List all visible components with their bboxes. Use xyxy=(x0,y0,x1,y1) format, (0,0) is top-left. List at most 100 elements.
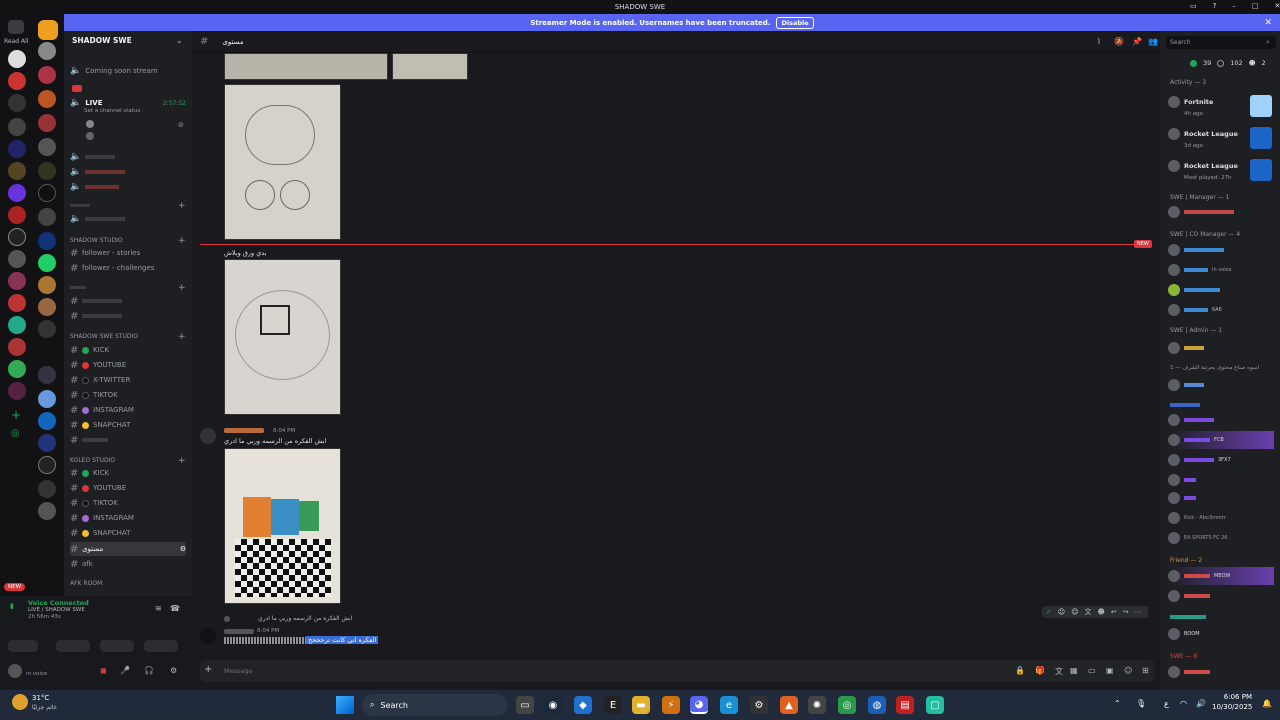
server-icon[interactable] xyxy=(8,294,26,312)
inbox-icon[interactable]: ▭ xyxy=(1190,2,1197,10)
server-icon[interactable] xyxy=(8,162,26,180)
chrome-icon[interactable]: ◎ xyxy=(838,696,856,714)
text-channel[interactable]: # xyxy=(70,433,186,447)
username[interactable] xyxy=(224,428,264,433)
emoji-icon[interactable]: ☺ xyxy=(1124,666,1132,675)
text-channel-snapchat[interactable]: # SNAPCHAT xyxy=(70,526,186,540)
threads-icon[interactable]: ⌇ xyxy=(1097,37,1101,46)
server-icon[interactable] xyxy=(38,66,56,84)
emoji-icon[interactable]: ☺ xyxy=(1058,608,1065,616)
category-header[interactable]: Shadow studio + xyxy=(70,236,186,246)
weather-icon[interactable] xyxy=(12,694,28,710)
epic-games-icon[interactable]: E xyxy=(604,696,622,714)
server-icon[interactable] xyxy=(38,456,56,474)
file-explorer-icon[interactable]: ▬ xyxy=(632,696,650,714)
text-channel-instagram[interactable]: # INSTAGRAM xyxy=(70,511,186,525)
settings-icon[interactable]: ⚙ xyxy=(750,696,768,714)
discover-icon[interactable]: ◎ xyxy=(11,428,20,439)
voice-channel[interactable]: 🔈 xyxy=(70,212,186,226)
noise-suppression-icon[interactable]: ≋ xyxy=(155,604,162,613)
member-item[interactable]: FCB xyxy=(1168,431,1274,449)
server-icon[interactable] xyxy=(8,94,26,112)
image-attachment[interactable] xyxy=(224,448,341,604)
server-icon-folder[interactable] xyxy=(38,20,58,40)
server-icon[interactable] xyxy=(38,138,56,156)
apps-icon[interactable]: ▦ xyxy=(1070,666,1078,675)
category-header[interactable]: + xyxy=(70,201,186,211)
weather-temp[interactable]: 31°C xyxy=(32,694,49,702)
member-item[interactable] xyxy=(1168,376,1274,394)
attach-icon[interactable]: + xyxy=(204,664,212,675)
app-icon[interactable]: ✺ xyxy=(808,696,826,714)
headphones-icon[interactable]: 🎧 xyxy=(144,666,154,675)
avatar[interactable] xyxy=(200,628,216,644)
server-icon[interactable] xyxy=(38,366,56,384)
server-icon[interactable] xyxy=(8,250,26,268)
more-icon[interactable]: ⋯ xyxy=(1135,608,1142,616)
server-icon[interactable] xyxy=(38,90,56,108)
text-channel[interactable]: # follower - stories xyxy=(70,246,186,260)
server-icon[interactable] xyxy=(38,412,56,430)
wifi-icon[interactable]: ◠ xyxy=(1180,699,1187,708)
text-channel-snapchat[interactable]: # SNAPCHAT xyxy=(70,418,186,432)
app-icon[interactable]: ▤ xyxy=(896,696,914,714)
member-item[interactable] xyxy=(1168,663,1274,681)
steam-icon[interactable]: ◉ xyxy=(544,696,562,714)
maximize-button[interactable]: □ xyxy=(1252,2,1259,10)
add-channel-icon[interactable]: + xyxy=(178,456,186,466)
language-indicator[interactable]: ع xyxy=(1164,699,1169,708)
avatar[interactable] xyxy=(86,132,94,140)
member-item[interactable]: BOOM xyxy=(1168,625,1274,643)
server-icon[interactable] xyxy=(8,272,26,290)
start-button[interactable] xyxy=(336,696,354,714)
username[interactable] xyxy=(224,629,254,634)
server-icon[interactable] xyxy=(38,254,56,272)
server-icon[interactable] xyxy=(8,118,26,136)
server-icon[interactable] xyxy=(8,382,26,400)
server-icon[interactable] xyxy=(38,184,56,202)
voice-channel[interactable]: 🔈 Coming soon stream xyxy=(70,64,186,78)
text-channel-kick[interactable]: # KICK xyxy=(70,343,186,357)
member-item[interactable]: EA SPORTS FC 26 xyxy=(1168,529,1274,547)
channel-status[interactable]: Set a channel status xyxy=(84,108,140,114)
reply-icon[interactable]: ↩ xyxy=(1111,608,1117,616)
server-icon[interactable] xyxy=(8,360,26,378)
server-icon[interactable] xyxy=(38,298,56,316)
category-header[interactable]: KOLEO STUDIO + xyxy=(70,456,186,466)
message-composer[interactable]: + Message 🔒 🎁 文 ▦ ▭ ▣ ☺ ⊞ xyxy=(200,660,1155,682)
image-attachment[interactable] xyxy=(224,84,341,240)
minimize-button[interactable]: – xyxy=(1232,2,1236,10)
gift-icon[interactable]: 🎁 xyxy=(1035,666,1045,675)
server-icon[interactable] xyxy=(38,320,56,338)
home-icon[interactable] xyxy=(8,20,24,34)
text-channel-kick[interactable]: # KICK xyxy=(70,466,186,480)
gear-icon[interactable]: ⚙ xyxy=(180,545,186,553)
read-all-button[interactable]: Read All xyxy=(4,38,28,45)
camera-button[interactable] xyxy=(8,640,38,652)
translate-icon[interactable]: 文 xyxy=(1085,607,1092,617)
app-icon[interactable]: ▲ xyxy=(780,696,798,714)
edge-icon[interactable]: e xyxy=(720,696,738,714)
reply-preview[interactable]: ابش الفكره من الرسمه وربي ما ادري xyxy=(258,615,352,622)
text-channel-selected[interactable]: # مستوى ⚙ xyxy=(70,542,186,556)
disconnect-icon[interactable]: ☎ xyxy=(170,604,180,613)
text-channel[interactable]: # xyxy=(70,309,186,323)
game-icon[interactable]: ◼ xyxy=(100,666,107,675)
chevron-down-icon[interactable]: ⌄ xyxy=(176,36,183,45)
text-channel[interactable]: # xyxy=(70,294,186,308)
member-item[interactable] xyxy=(1168,471,1274,489)
app-icon[interactable]: ◍ xyxy=(868,696,886,714)
close-button[interactable]: ✕ xyxy=(1274,2,1280,10)
gear-icon[interactable]: ⚙ xyxy=(170,666,177,675)
text-channel-youtube[interactable]: # YOUTUBE xyxy=(70,358,186,372)
discord-icon[interactable]: ◕ xyxy=(690,696,708,714)
reaction-icon[interactable]: ✓ xyxy=(1046,608,1052,616)
close-icon[interactable]: ✕ xyxy=(1264,18,1272,28)
member-item[interactable]: 6A6 xyxy=(1168,301,1274,319)
server-icon[interactable] xyxy=(8,184,26,202)
text-channel-youtube[interactable]: # YOUTUBE xyxy=(70,481,186,495)
server-icon[interactable] xyxy=(38,114,56,132)
text-channel-tiktok[interactable]: # TIKTOK xyxy=(70,388,186,402)
help-icon[interactable]: ? xyxy=(1213,2,1217,10)
server-icon[interactable] xyxy=(8,72,26,90)
